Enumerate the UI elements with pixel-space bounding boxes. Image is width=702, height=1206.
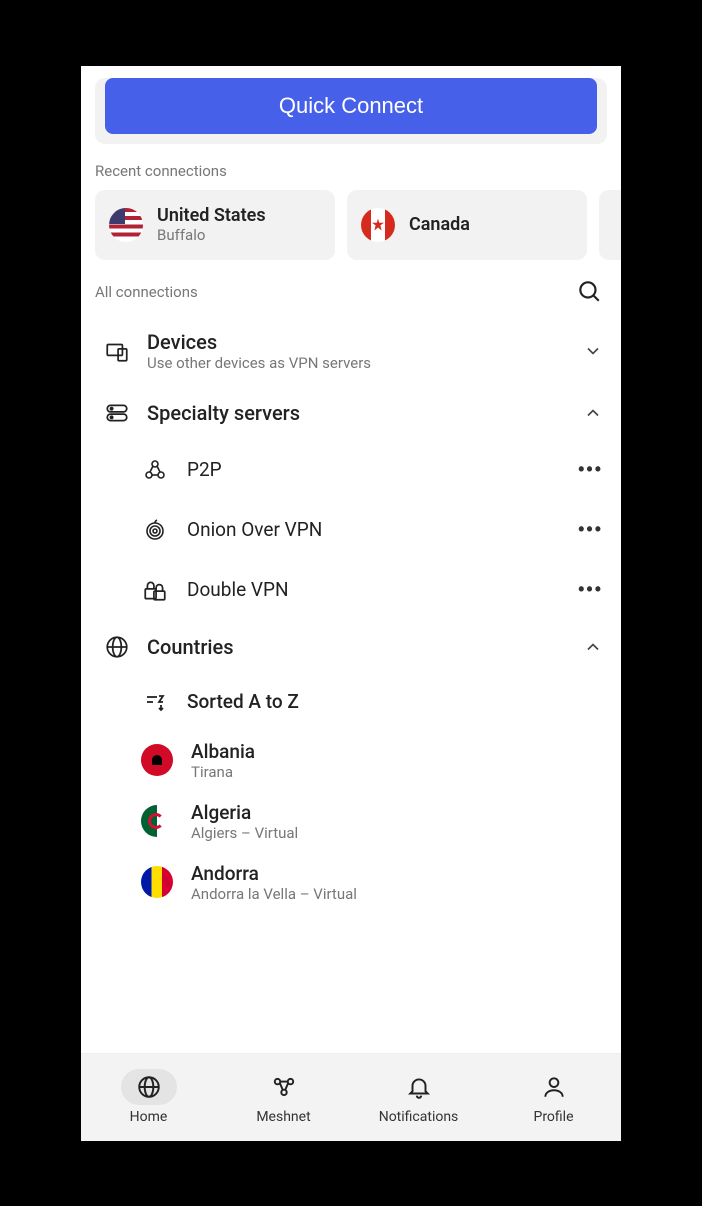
more-button[interactable]: •••: [578, 519, 603, 540]
flag-dz-icon: [141, 805, 173, 837]
nav-label: Notifications: [379, 1109, 459, 1125]
sort-row[interactable]: Sorted A to Z: [81, 674, 621, 730]
flag-al-icon: [141, 744, 173, 776]
chevron-down-icon: [583, 341, 603, 361]
countries-title: Countries: [147, 635, 567, 659]
double-vpn-icon: [141, 576, 169, 604]
flag-ad-icon: [141, 866, 173, 898]
app-screen: Quick Connect Recent connections United …: [81, 66, 621, 1141]
more-button[interactable]: •••: [578, 579, 603, 600]
devices-icon: [103, 338, 131, 364]
sort-icon: [141, 688, 169, 716]
bottom-nav: Home Meshnet Notifications Profile: [81, 1053, 621, 1141]
sort-label: Sorted A to Z: [187, 690, 603, 713]
specialty-label: P2P: [187, 458, 560, 481]
recent-connection-partial[interactable]: [599, 190, 621, 260]
recent-connections-row: United States Buffalo Canada: [81, 190, 621, 260]
recent-text: United States Buffalo: [157, 205, 266, 244]
recent-text: Canada: [409, 214, 470, 235]
specialty-onion[interactable]: Onion Over VPN •••: [81, 500, 621, 560]
recent-connection-ca[interactable]: Canada: [347, 190, 587, 260]
search-button[interactable]: [575, 278, 603, 306]
nav-notifications[interactable]: Notifications: [351, 1054, 486, 1141]
bell-icon: [406, 1074, 432, 1100]
recent-connections-label: Recent connections: [81, 158, 621, 190]
country-name: Algeria: [191, 801, 298, 824]
nav-meshnet[interactable]: Meshnet: [216, 1054, 351, 1141]
country-name: Albania: [191, 740, 255, 763]
devices-subtitle: Use other devices as VPN servers: [147, 354, 567, 372]
quick-connect-panel: Quick Connect: [95, 78, 607, 144]
country-city: Algiers – Virtual: [191, 824, 298, 842]
search-icon: [576, 278, 602, 304]
all-connections-header: All connections: [81, 260, 621, 316]
meshnet-icon: [271, 1074, 297, 1100]
p2p-icon: [141, 456, 169, 484]
servers-icon: [103, 400, 131, 426]
more-button[interactable]: •••: [578, 459, 603, 480]
profile-icon: [541, 1074, 567, 1100]
chevron-up-icon: [583, 403, 603, 423]
specialty-label: Onion Over VPN: [187, 518, 560, 541]
country-albania[interactable]: Albania Tirana: [81, 730, 621, 791]
quick-connect-button[interactable]: Quick Connect: [105, 78, 597, 134]
country-name: Andorra: [191, 862, 357, 885]
recent-country: Canada: [409, 214, 470, 235]
recent-country: United States: [157, 205, 266, 226]
country-city: Tirana: [191, 763, 255, 781]
onion-icon: [141, 516, 169, 544]
specialty-double[interactable]: Double VPN •••: [81, 560, 621, 620]
specialty-p2p[interactable]: P2P •••: [81, 440, 621, 500]
flag-ca-icon: [361, 208, 395, 242]
flag-us-icon: [109, 208, 143, 242]
countries-row[interactable]: Countries: [81, 620, 621, 674]
nav-label: Home: [130, 1109, 168, 1125]
nav-home[interactable]: Home: [81, 1054, 216, 1141]
devices-title: Devices: [147, 330, 567, 354]
globe-icon: [136, 1074, 162, 1100]
recent-city: Buffalo: [157, 226, 266, 244]
country-city: Andorra la Vella – Virtual: [191, 885, 357, 903]
country-andorra[interactable]: Andorra Andorra la Vella – Virtual: [81, 852, 621, 913]
chevron-up-icon: [583, 637, 603, 657]
all-connections-label: All connections: [95, 283, 198, 301]
recent-connection-us[interactable]: United States Buffalo: [95, 190, 335, 260]
nav-profile[interactable]: Profile: [486, 1054, 621, 1141]
specialty-servers-row[interactable]: Specialty servers: [81, 386, 621, 440]
nav-label: Meshnet: [256, 1109, 310, 1125]
nav-label: Profile: [533, 1109, 573, 1125]
devices-row[interactable]: Devices Use other devices as VPN servers: [81, 316, 621, 386]
country-algeria[interactable]: Algeria Algiers – Virtual: [81, 791, 621, 852]
specialty-label: Double VPN: [187, 578, 560, 601]
specialty-title: Specialty servers: [147, 401, 567, 425]
globe-icon: [103, 634, 131, 660]
main-content: Quick Connect Recent connections United …: [81, 66, 621, 1053]
